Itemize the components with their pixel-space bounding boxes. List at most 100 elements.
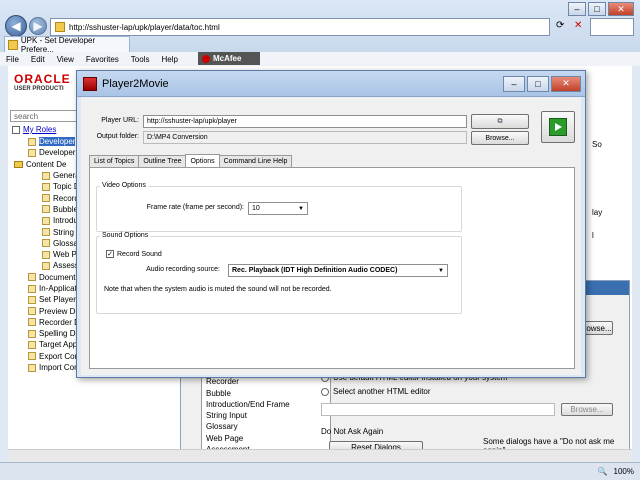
minimize-button[interactable]: –	[568, 2, 586, 16]
options-pane: Video Options Frame rate (frame per seco…	[89, 167, 575, 369]
tab-outline-tree[interactable]: Outline Tree	[138, 155, 187, 167]
menu-edit[interactable]: Edit	[25, 55, 51, 64]
tree-item-label: Introdu	[53, 216, 78, 226]
radio-other-editor-label: Select another HTML editor	[333, 387, 431, 396]
oracle-logo: ORACLE USER PRODUCTI	[14, 72, 74, 94]
back-button[interactable]: ◀	[5, 15, 27, 37]
frame-rate-select[interactable]: 10 ▼	[248, 202, 308, 215]
my-roles-link[interactable]: My Roles	[23, 125, 56, 134]
my-roles-checkbox[interactable]	[12, 125, 20, 134]
mcafee-button[interactable]: McAfee	[198, 52, 260, 65]
stop-icon[interactable]: ✕	[574, 20, 588, 34]
document-icon	[28, 273, 36, 282]
fragment-3: l	[592, 231, 594, 241]
menu-file[interactable]: File	[0, 55, 25, 64]
dialog-maximize-button[interactable]: □	[527, 75, 549, 92]
list-item[interactable]: String Input	[202, 411, 330, 422]
frame-rate-value: 10	[252, 205, 260, 212]
tree-item-label: Bubble	[53, 204, 78, 214]
list-item[interactable]: Recorder	[202, 377, 330, 388]
tree-item-label: Export Con	[39, 351, 80, 361]
tree-item-label: Preview De	[39, 306, 80, 316]
dialog-titlebar: Player2Movie – □ ✕	[77, 71, 585, 97]
record-sound-option[interactable]: ✓ Record Sound	[106, 250, 162, 258]
list-item[interactable]: Glossary	[202, 422, 330, 433]
document-icon	[28, 352, 36, 361]
tab-title: UPK - Set Developer Prefere...	[20, 35, 96, 54]
dropdown-arrow-icon: ▼	[298, 206, 304, 212]
tree-item-label: Developer	[39, 137, 76, 147]
dialog-minimize-button[interactable]: –	[503, 75, 525, 92]
tree-item-label: Content De	[26, 159, 67, 169]
fragment-1: So	[592, 140, 602, 149]
radio-other-editor[interactable]: Select another HTML editor	[321, 387, 431, 396]
document-icon	[28, 148, 36, 157]
list-item[interactable]: Web Page	[202, 434, 330, 445]
menu-bar: File Edit View Favorites Tools Help	[0, 52, 640, 66]
sound-options-title: Sound Options	[100, 232, 151, 239]
my-roles[interactable]: My Roles	[12, 125, 56, 134]
tab-options[interactable]: Options	[185, 154, 220, 167]
output-folder-field: D:\MP4 Conversion	[143, 131, 467, 144]
browser-tab[interactable]: UPK - Set Developer Prefere...	[4, 35, 130, 54]
audio-source-value: Rec. Playback (IDT High Definition Audio…	[232, 267, 398, 274]
zoom-level[interactable]: 100%	[614, 467, 634, 476]
close-button[interactable]: ✕	[608, 2, 634, 16]
mcafee-icon	[202, 54, 210, 63]
document-icon	[28, 295, 36, 304]
dropdown-arrow-icon: ▼	[438, 268, 444, 274]
audio-source-select[interactable]: Rec. Playback (IDT High Definition Audio…	[228, 264, 448, 277]
player-url-input[interactable]: http://sshuster-lap/upk/player	[143, 115, 467, 128]
radio-other-editor-icon[interactable]	[321, 387, 329, 396]
document-icon	[42, 205, 50, 214]
tab-page-icon	[8, 39, 18, 50]
document-icon	[28, 137, 36, 146]
list-item[interactable]: Introduction/End Frame	[202, 400, 330, 411]
record-sound-checkbox[interactable]: ✓	[106, 250, 114, 258]
output-browse-button[interactable]: Browse...	[471, 131, 529, 145]
browser-search-box[interactable]	[590, 18, 634, 36]
address-bar[interactable]: http://sshuster-lap/upk/player/data/toc.…	[50, 18, 550, 36]
output-browse-label: Browse...	[485, 134, 515, 142]
dialog-close-button[interactable]: ✕	[551, 75, 581, 92]
fragment-2: lay	[592, 207, 603, 217]
do-not-ask-label: Do Not Ask Again	[321, 427, 384, 436]
list-item[interactable]: Bubble	[202, 389, 330, 400]
frame-rate-label: Frame rate (frame per second):	[146, 204, 244, 211]
convert-button[interactable]	[541, 111, 575, 143]
document-icon	[42, 194, 50, 203]
link-icon: ⧉	[497, 117, 503, 125]
search-input[interactable]: search	[10, 110, 80, 122]
document-icon	[28, 307, 36, 316]
document-icon	[42, 250, 50, 259]
maximize-button[interactable]: □	[588, 2, 606, 16]
tree-item-label: Spelling De	[39, 329, 80, 339]
document-icon	[28, 284, 36, 293]
tab-command-line-help[interactable]: Command Line Help	[218, 155, 293, 167]
horizontal-scrollbar[interactable]	[8, 449, 632, 462]
menu-favorites[interactable]: Favorites	[80, 55, 125, 64]
record-sound-label: Record Sound	[117, 250, 162, 258]
zoom-icon[interactable]: 🔍	[598, 467, 608, 476]
play-icon	[549, 118, 567, 136]
forward-button[interactable]: ▶	[29, 17, 47, 35]
editor-browse-button[interactable]: Browse...	[561, 403, 613, 416]
folder-icon	[14, 160, 23, 168]
fetch-url-button[interactable]: ⧉	[471, 114, 529, 129]
document-icon	[42, 228, 50, 237]
right-fragments: So lay l	[592, 140, 602, 241]
page-icon	[55, 22, 65, 32]
menu-help[interactable]: Help	[155, 55, 183, 64]
tab-bar: List of Topics Outline Tree Options Comm…	[89, 154, 293, 167]
menu-view[interactable]: View	[51, 55, 80, 64]
document-icon	[28, 318, 36, 327]
document-icon	[42, 261, 50, 270]
refresh-icon[interactable]: ⟳	[556, 20, 570, 34]
editor-path-field[interactable]	[321, 403, 555, 416]
tree-item-label: Record	[53, 193, 79, 203]
dialog-title: Player2Movie	[102, 77, 169, 90]
audio-source-label: Audio recording source:	[146, 266, 220, 273]
menu-tools[interactable]: Tools	[125, 55, 156, 64]
document-icon	[42, 216, 50, 225]
tab-list-of-topics[interactable]: List of Topics	[89, 155, 140, 167]
